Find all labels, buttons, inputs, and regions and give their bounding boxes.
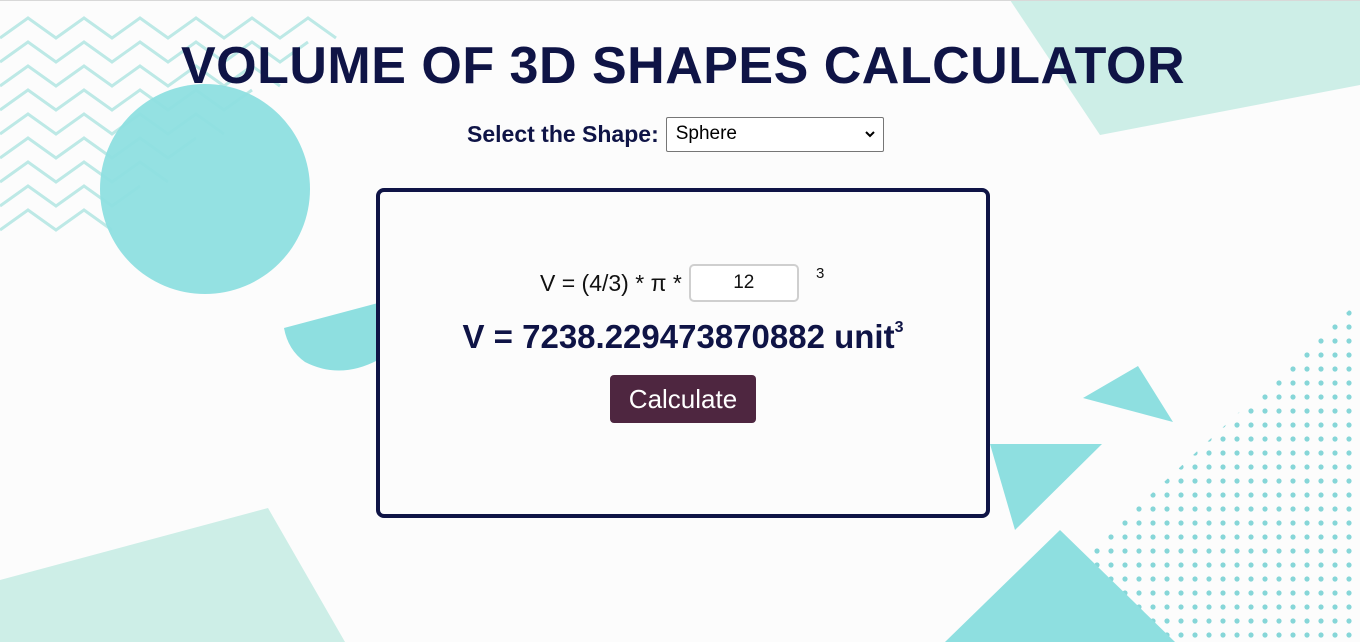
result-text: V = 7238.229473870882 unit3 (0, 318, 1360, 356)
shape-selector-label: Select the Shape: (467, 120, 659, 147)
top-border (0, 0, 1360, 1)
calculate-button[interactable]: Calculate (610, 375, 756, 423)
formula-exponent: 3 (816, 265, 825, 282)
formula-row: V = (4/3) * π * 12 (540, 262, 799, 304)
teal-triangle-small (1083, 366, 1173, 422)
shape-selector-row: Select the Shape: Sphere (467, 115, 884, 153)
page-title: VOLUME OF 3D SHAPES CALCULATOR (180, 37, 1185, 95)
shape-select-value: Sphere (675, 123, 738, 144)
radius-input[interactable]: 12 (688, 264, 799, 302)
page: VOLUME OF 3D SHAPES CALCULATOR Select th… (0, 0, 1360, 642)
mint-shape-bottom-left (0, 508, 345, 642)
teal-circle (100, 84, 310, 294)
teal-triangle-mid (990, 444, 1102, 530)
shape-select[interactable]: Sphere (665, 116, 884, 152)
result-exponent: 3 (894, 319, 904, 336)
formula-text: V = (4/3) * π * (540, 269, 682, 296)
result-value: V = 7238.229473870882 unit (462, 318, 895, 355)
chevron-down-icon (865, 130, 875, 137)
